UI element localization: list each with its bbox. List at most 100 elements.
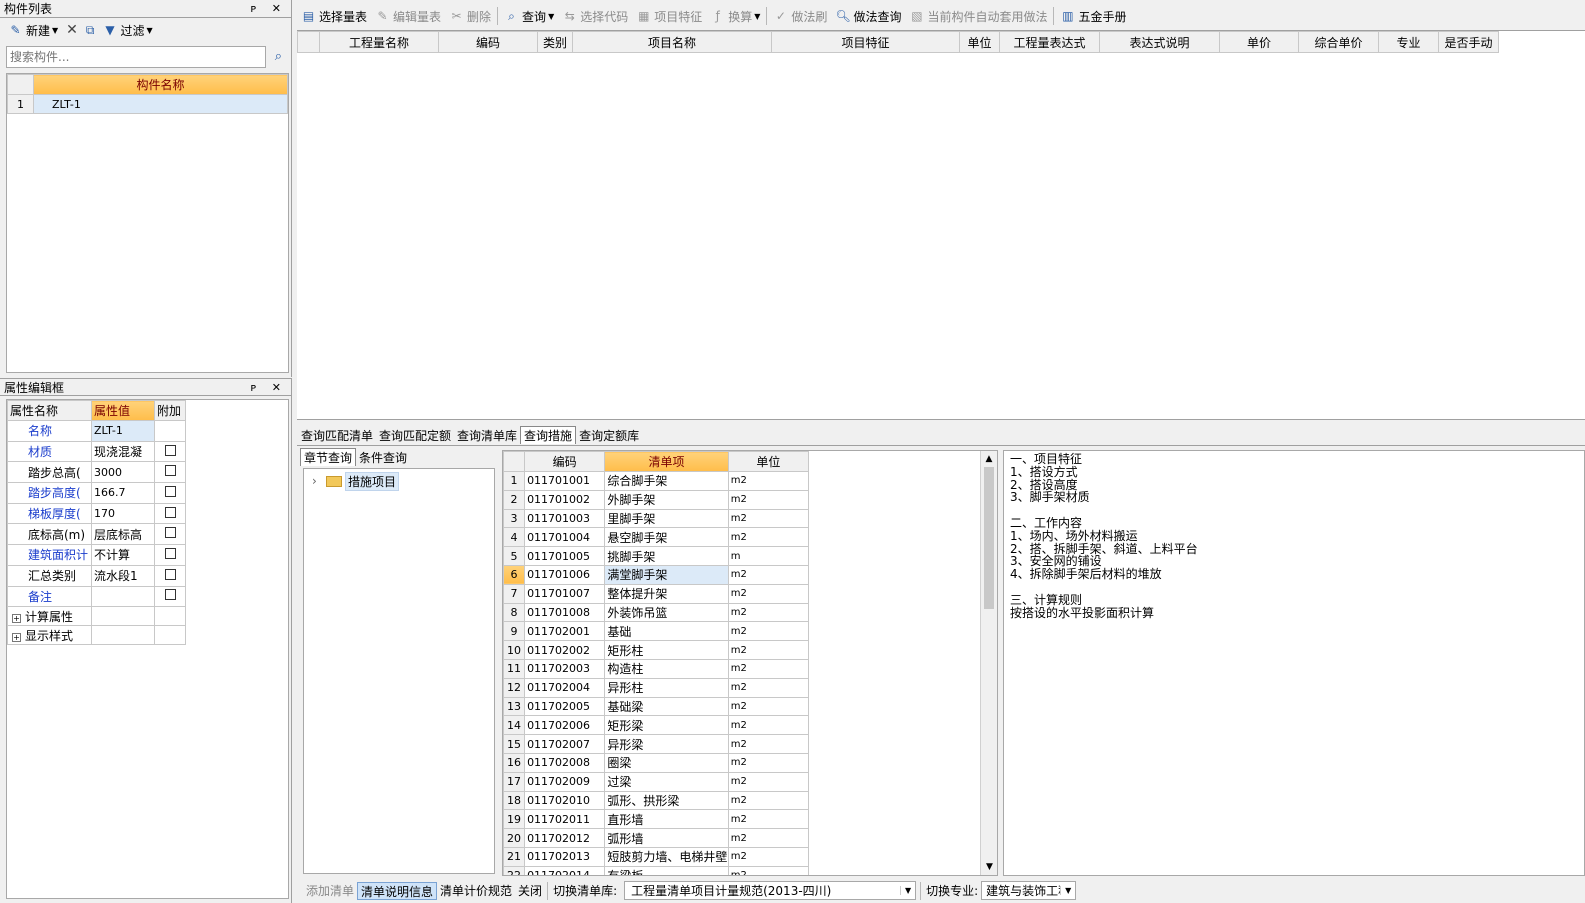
property-row[interactable]: 备注 [7,585,186,608]
list-cell-unit[interactable]: m2 [727,696,810,717]
list-item[interactable]: 10 011702002 矩形柱 m2 [503,640,810,660]
list-cell-item[interactable]: 异形柱 [604,677,729,698]
list-cell-item[interactable]: 里脚手架 [604,508,729,529]
property-row[interactable]: 建筑面积计 不计算 [7,544,186,566]
list-cell-item[interactable]: 过梁 [604,771,729,792]
list-item[interactable]: 11 011702003 构造柱 m2 [503,658,810,679]
list-cell-code[interactable]: 011701008 [524,602,606,623]
switch-major-select[interactable]: 建筑与装饰工程 ▼ [981,881,1077,900]
list-item[interactable]: 16 011702008 圈梁 m2 [503,752,810,773]
extra-checkbox[interactable] [164,568,176,580]
list-item[interactable]: 4 011701004 悬空脚手架 m2 [503,527,810,548]
list-rules-button[interactable]: 清单计价规范 [437,882,515,900]
tab-list-library[interactable]: 查询清单库 [454,427,520,445]
edit-table-button[interactable]: ✎ 编辑量表 [371,5,445,27]
list-item[interactable]: 3 011701003 里脚手架 m2 [503,508,810,529]
list-item[interactable]: 17 011702009 过梁 m2 [503,771,810,792]
list-cell-item[interactable]: 圈梁 [604,752,729,773]
list-cell-code[interactable]: 011702002 [524,640,606,660]
list-item[interactable]: 14 011702006 矩形梁 m2 [503,715,810,736]
list-cell-code[interactable]: 011702004 [524,677,606,698]
list-cell-code[interactable]: 011702005 [524,696,606,717]
list-item[interactable]: 15 011702007 异形梁 m2 [503,734,810,754]
list-item[interactable]: 20 011702012 弧形墙 m2 [503,828,810,848]
property-group-row[interactable]: + 显示样式 [7,625,186,646]
component-name-header[interactable]: 构件名称 [33,74,288,95]
list-cell-unit[interactable]: m2 [727,640,810,660]
pin-close-icons[interactable]: ᴘ ✕ [251,379,287,397]
extra-checkbox[interactable] [164,485,176,497]
convert-button[interactable]: ƒ 换算 ▼ [706,5,764,27]
list-item[interactable]: 5 011701005 挑脚手架 m [503,546,810,566]
list-item[interactable]: 7 011701007 整体提升架 m2 [503,583,810,604]
delete-button[interactable]: ✂ 删除 [445,5,495,27]
select-table-button[interactable]: ▤ 选择量表 [297,5,371,27]
list-cell-code[interactable]: 011702011 [524,809,606,830]
list-cell-code[interactable]: 011702006 [524,715,606,736]
extra-checkbox[interactable] [164,506,176,518]
list-cell-item[interactable]: 构造柱 [604,658,729,679]
list-cell-code[interactable]: 011701002 [524,489,606,510]
list-cell-item[interactable]: 矩形柱 [604,640,729,660]
list-item[interactable]: 19 011702011 直形墙 m2 [503,809,810,830]
filter-button[interactable]: ▼ 过滤 ▼ [98,19,156,41]
list-cell-unit[interactable]: m2 [727,508,810,529]
list-cell-item[interactable]: 外脚手架 [604,489,729,510]
list-info-button[interactable]: 清单说明信息 [357,881,438,900]
chevron-down-icon[interactable]: ▼ [900,886,915,895]
list-cell-item[interactable]: 基础 [604,621,729,642]
list-cell-item[interactable]: 悬空脚手架 [604,527,729,548]
list-cell-unit[interactable]: m2 [727,527,810,548]
list-cell-code[interactable]: 011701004 [524,527,606,548]
list-cell-code[interactable]: 011702008 [524,752,606,773]
query-button[interactable]: ⌕ 查询 ▼ [500,5,558,27]
list-cell-unit[interactable]: m2 [727,602,810,623]
search-component-input[interactable] [6,46,266,68]
list-cell-unit[interactable]: m2 [727,809,810,830]
property-row[interactable]: 梯板厚度(170 [7,502,186,525]
list-cell-item[interactable]: 整体提升架 [604,583,729,604]
list-item[interactable]: 9 011702001 基础 m2 [503,621,810,642]
property-row[interactable]: 踏步总高(3000 [7,461,186,484]
tab-match-list[interactable]: 查询匹配清单 [298,427,376,445]
list-cell-code[interactable]: 011701003 [524,508,606,529]
list-cell-code[interactable]: 011702001 [524,621,606,642]
list-item[interactable]: 22011702014有梁板m2 [503,865,810,875]
scroll-down-icon[interactable]: ▼ [981,859,997,875]
list-cell-code[interactable]: 011702009 [524,771,606,792]
list-cell-item[interactable]: 基础梁 [604,696,729,717]
tab-measures[interactable]: 查询措施 [520,426,577,444]
list-cell-unit[interactable]: m2 [727,752,810,773]
list-cell-code[interactable]: 011702003 [524,658,606,679]
extra-checkbox[interactable] [164,465,176,477]
list-cell-item[interactable]: 弧形墙 [604,828,729,848]
tab-match-quota[interactable]: 查询匹配定额 [376,427,454,445]
scroll-thumb[interactable] [984,467,994,609]
property-row[interactable]: 汇总类别 流水段1 [7,564,186,587]
list-cell-code[interactable]: 011702013 [524,846,606,867]
list-cell-item[interactable]: 弧形、拱形梁 [604,790,729,811]
tree-node-measures[interactable]: › 措施项目 [312,471,400,491]
close-button[interactable]: 关闭 [515,882,545,900]
list-cell-unit[interactable]: m2 [727,734,810,754]
list-cell-code[interactable]: 011702007 [524,734,606,754]
hardware-manual-button[interactable]: ▥ 五金手册 [1056,5,1130,27]
list-item[interactable]: 18 011702010 弧形、拱形梁 m2 [503,790,810,811]
list-item[interactable]: 13 011702005 基础梁 m2 [503,696,810,717]
expand-icon[interactable]: + [12,632,21,642]
tab-chapter-query[interactable]: 章节查询 [300,448,357,466]
list-cell-code[interactable]: 011701001 [524,471,606,491]
pin-close-icons[interactable]: ᴘ ✕ [251,0,287,18]
list-cell-item[interactable]: 直形墙 [604,809,729,830]
item-feature-button[interactable]: ▦ 项目特征 [632,5,706,27]
list-cell-code[interactable]: 011702010 [524,790,606,811]
list-cell-item[interactable]: 有梁板 [604,865,729,875]
property-row[interactable]: 名称 ZLT-1 [7,420,186,442]
list-cell-unit[interactable]: m2 [727,865,810,875]
list-cell-unit[interactable]: m2 [727,621,810,642]
list-item[interactable]: 1 011701001 综合脚手架 m2 [503,471,810,491]
list-cell-unit[interactable]: m2 [727,846,810,867]
list-cell-item[interactable]: 外装饰吊篮 [604,602,729,623]
extra-checkbox[interactable] [164,527,176,539]
list-cell-code[interactable]: 011702014 [524,865,606,875]
